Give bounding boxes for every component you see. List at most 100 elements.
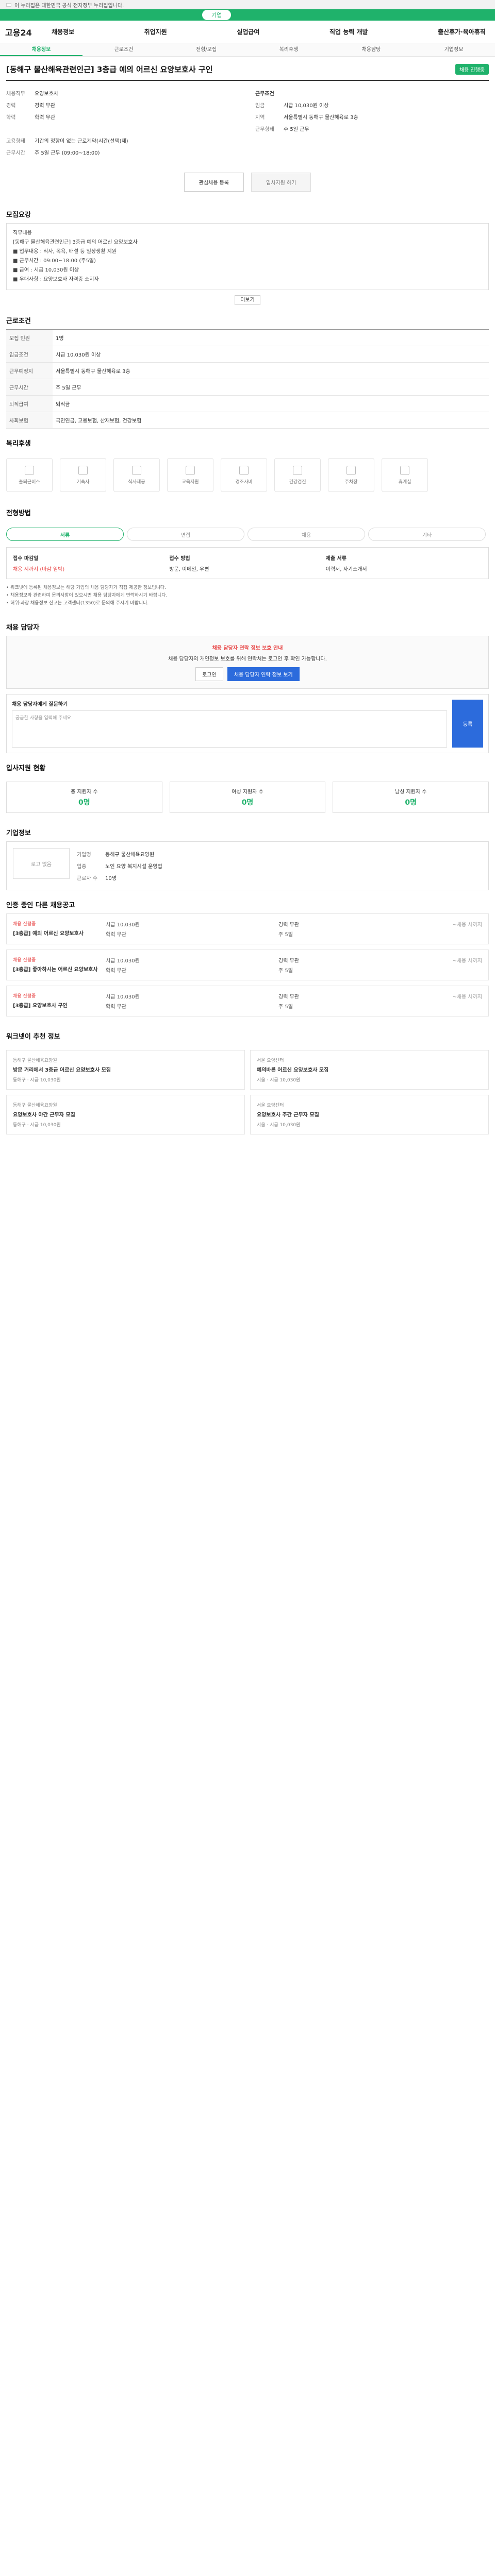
- job-card-title[interactable]: [3층급] 요양보호사 구인: [13, 1001, 106, 1009]
- process-step: 채용: [248, 528, 365, 541]
- welfare-label: 식사제공: [128, 479, 145, 485]
- job-card[interactable]: 채용 진행중 [3층급] 요양보호사 구인 시급 10,030원 경력 무관 학력 무…: [6, 986, 489, 1016]
- notice-list: • 워크넷에 등록된 채용정보는 해당 기업의 채용 담당자가 직접 제공한 정…: [6, 579, 489, 613]
- job-card-title[interactable]: [3층급] 좋아하시는 어르신 요양보호사: [13, 965, 106, 973]
- question-body: 채용 담당자에게 질문하기 궁금한 사항을 입력해 주세요.: [12, 700, 447, 748]
- field-key: 업종: [77, 864, 87, 870]
- job-card-title[interactable]: [3층급] 예의 어르신 요양보호사: [13, 929, 106, 937]
- tab-item[interactable]: 복리후생: [248, 43, 330, 56]
- stat-value: 0명: [405, 799, 417, 807]
- table-row: 근무예정지 서울특별시 동해구 물산해육로 3층: [6, 362, 489, 379]
- question-textarea[interactable]: 궁금한 사항을 입력해 주세요.: [12, 710, 447, 748]
- gnb-item[interactable]: 실업급여: [237, 27, 259, 36]
- more-button[interactable]: 더보기: [235, 295, 260, 305]
- summary-field: 채용직무 요양보호사: [6, 87, 240, 99]
- summary-bottom: 고용형태 기간의 정함이 없는 근로계약(시간(선택)제) 근무시간 주 5일 근무…: [6, 134, 240, 158]
- alert-buttons: 로그인 채용 담당자 연락 정보 보기: [14, 667, 481, 681]
- gnb-item[interactable]: 출산휴가·육아휴직: [438, 27, 486, 36]
- top-pill[interactable]: 기업: [202, 10, 232, 20]
- summary-field: 지역 서울특별시 동해구 물산해육로 3층: [255, 111, 489, 123]
- job-card-meta: 시급 10,030원 경력 무관 학력 무관 주 5일: [106, 956, 446, 974]
- rec-company: 동해구 물산해육요양원: [13, 1103, 57, 1108]
- tab-item[interactable]: 채용담당: [330, 43, 412, 56]
- field-value: 10명: [105, 876, 117, 882]
- tab-item[interactable]: 채용정보: [0, 43, 82, 56]
- gnb-item[interactable]: 직업 능력 개발: [329, 27, 368, 36]
- row-key: 근무예정지: [6, 362, 53, 379]
- meta-item: 시급 10,030원: [106, 922, 140, 928]
- process-step: 면접: [127, 528, 244, 541]
- company-fields: 기업명 동해구 물산해육요양원 업종 노인 요양 복지시설 운영업 근로자 수 10명: [77, 848, 482, 884]
- rec-title[interactable]: 예의바른 어르신 요양보호사 모집: [257, 1065, 482, 1073]
- detail-line: ■ 업무내용 : 식사, 목욕, 배설 등 일상생활 지원: [13, 249, 117, 255]
- welfare-icon: [186, 465, 195, 475]
- row-value: 퇴직금: [53, 395, 489, 412]
- summary-field: 고용형태 기간의 정함이 없는 근로계약(시간(선택)제): [6, 134, 240, 146]
- meta-item: 시급 10,030원: [106, 958, 140, 964]
- apply-button[interactable]: 입사지원 하기: [251, 173, 311, 192]
- job-card-date: ~채용 시까지: [452, 994, 482, 1000]
- site-logo[interactable]: 고용24: [5, 26, 52, 38]
- job-card[interactable]: 채용 진행중 [3층급] 예의 어르신 요양보호사 시급 10,030원 경력 무관…: [6, 913, 489, 944]
- process-col: 접수 방법 방문, 이메일, 우편: [169, 554, 325, 572]
- rec-meta: 서울 · 시급 10,030원: [257, 1078, 301, 1083]
- rec-title[interactable]: 요양보호사 야간 근무자 모집: [13, 1110, 238, 1118]
- tab-item[interactable]: 근로조건: [82, 43, 165, 56]
- welfare-chip: 기숙사: [60, 458, 106, 492]
- gnb-item[interactable]: 취업지원: [144, 27, 167, 36]
- field-value: 주 5일 근무 (09:00~18:00): [35, 150, 100, 156]
- more-wrap: 더보기: [6, 290, 489, 306]
- section-title: 전형방법: [6, 510, 31, 517]
- question-form: 채용 담당자에게 질문하기 궁금한 사항을 입력해 주세요. 등록: [6, 694, 489, 753]
- section-title: 근로조건: [6, 317, 31, 325]
- view-contact-button[interactable]: 채용 담당자 연락 정보 보기: [227, 667, 300, 681]
- contact-alert: 채용 담당자 연락 정보 보호 안내 채용 담당자의 개인정보 보호를 위해 연…: [6, 636, 489, 689]
- meta-item: 학력 무관: [106, 968, 126, 974]
- welfare-icon: [293, 465, 302, 475]
- other-jobs-list: 채용 진행중 [3층급] 예의 어르신 요양보호사 시급 10,030원 경력 무관…: [6, 913, 489, 1016]
- job-title: [동해구 물산해육관련인근] 3층급 예의 어르신 요양보호사 구인: [6, 65, 213, 74]
- job-card[interactable]: 채용 진행중 [3층급] 좋아하시는 어르신 요양보호사 시급 10,030원 경력…: [6, 950, 489, 980]
- scrap-button[interactable]: 관심채용 등록: [184, 173, 244, 192]
- process-col-title: 접수 방법: [169, 556, 190, 562]
- alert-body: 채용 담당자의 개인정보 보호를 위해 연락처는 로그인 후 확인 가능합니다.: [168, 656, 327, 662]
- stat-card: 총 지원자 수 0명: [6, 782, 162, 813]
- apply-stats: 총 지원자 수 0명 여성 지원자 수 0명 남성 지원자 수 0명: [6, 776, 489, 818]
- rec-title[interactable]: 요양보호사 주간 근무자 모집: [257, 1110, 482, 1118]
- stat-label: 여성 지원자 수: [232, 789, 263, 795]
- row-value: 시급 10,030원 이상: [53, 346, 489, 363]
- field-key: 근무형태: [255, 127, 274, 132]
- gnb-item[interactable]: 채용정보: [52, 27, 74, 36]
- row-key: 모집 인원: [6, 329, 53, 346]
- welfare-label: 경조사비: [235, 479, 253, 485]
- question-submit-button[interactable]: 등록: [452, 700, 483, 748]
- meta-item: 경력 무관: [278, 994, 299, 1000]
- welfare-chip: 주차장: [328, 458, 374, 492]
- welfare-chips: 출퇴근버스 기숙사 식사제공 교육지원 경조사비 건강검진 주차장 휴게실: [6, 452, 489, 498]
- recommend-card[interactable]: 동해구 물산해육요양원요양보호사 야간 근무자 모집동해구 · 시급 10,03…: [6, 1095, 245, 1134]
- recommend-card[interactable]: 서울 요양센터 예의바른 어르신 요양보호사 모집 서울 · 시급 10,030원: [250, 1050, 489, 1090]
- rec-company: 동해구 물산해육요양원: [13, 1058, 57, 1063]
- section-title: 기업정보: [6, 829, 31, 837]
- field-key: 지역: [255, 115, 265, 121]
- rec-title[interactable]: 방문 거리에서 3층급 어르신 요양보호사 모집: [13, 1065, 238, 1073]
- notice-line: • 워크넷에 등록된 채용정보는 해당 기업의 채용 담당자가 직접 제공한 정…: [6, 585, 167, 590]
- process-step: 기타: [368, 528, 486, 541]
- row-value: 1명: [53, 329, 489, 346]
- tab-item[interactable]: 기업정보: [412, 43, 495, 56]
- welfare-label: 주차장: [344, 479, 358, 485]
- table-row: 근무시간 주 5일 근무: [6, 379, 489, 396]
- top-green-bar: 기업: [0, 9, 495, 21]
- job-card-date: ~채용 시까지: [452, 958, 482, 964]
- rec-meta: 동해구 · 시급 10,030원: [13, 1123, 61, 1128]
- summary-field: 근무시간 주 5일 근무 (09:00~18:00): [6, 146, 240, 158]
- field-value: 서울특별시 동해구 물산해육로 3층: [284, 115, 358, 121]
- recommend-card[interactable]: 동해구 물산해육요양원 방문 거리에서 3층급 어르신 요양보호사 모집 동해구 ·…: [6, 1050, 245, 1090]
- recommend-card[interactable]: 서울 요양센터 요양보호사 주간 근무자 모집 서울 · 시급 10,030원: [250, 1095, 489, 1134]
- process-col-value: 이력서, 자기소개서: [325, 567, 367, 572]
- login-button[interactable]: 로그인: [195, 667, 223, 681]
- tab-item[interactable]: 전형/모집: [165, 43, 248, 56]
- welfare-label: 교육지원: [182, 479, 199, 485]
- welfare-chip: 건강검진: [274, 458, 321, 492]
- field-value: 경력 무관: [35, 103, 55, 109]
